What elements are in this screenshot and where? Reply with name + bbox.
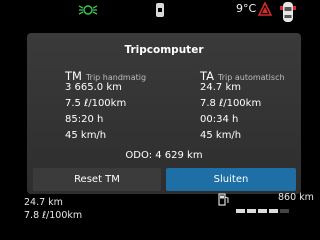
reset-tm-button[interactable]: Reset TM	[33, 168, 161, 191]
tripcomputer-dialog: Tripcomputer TM Trip handmatig 3 665.0 km…	[27, 33, 301, 194]
trip-manual-header: TM Trip handmatig	[65, 65, 146, 83]
trip-auto-time: 00:34 h	[200, 114, 239, 125]
trip-manual-consumption: 7.5 ℓ/100km	[65, 98, 127, 109]
close-button[interactable]: Sluiten	[166, 168, 296, 191]
fuel-pump-icon	[218, 193, 229, 206]
car-top-icon	[280, 2, 296, 22]
fuel-gauge-segment	[247, 209, 256, 213]
fuel-gauge-segment	[269, 209, 278, 213]
dialog-title: Tripcomputer	[124, 44, 204, 56]
trip-manual-speed: 45 km/h	[65, 130, 107, 141]
fuel-gauge-segment	[280, 209, 289, 213]
trip-manual-column: TM Trip handmatig 3 665.0 km 7.5 ℓ/100km …	[65, 65, 146, 144]
status-bar: 9°C	[0, 0, 320, 26]
trip-manual-time: 85:20 h	[65, 114, 104, 125]
cluster-distance: 24.7 km	[24, 197, 63, 208]
odometer-text: ODO: 4 629 km	[125, 150, 203, 161]
fuel-range: 860 km	[278, 192, 314, 203]
trip-auto-column: TA Trip automatisch 24.7 km 7.8 ℓ/100km 0…	[200, 65, 285, 144]
trip-auto-header: TA Trip automatisch	[200, 65, 285, 83]
cluster-consumption: 7.8 ℓ/100km	[24, 210, 83, 221]
fuel-gauge-segment	[258, 209, 267, 213]
odometer-readout: ODO: 4 629 km	[27, 150, 301, 161]
trip-auto-distance: 24.7 km	[200, 82, 241, 93]
fuel-gauge-segment	[236, 209, 245, 213]
trip-auto-speed: 45 km/h	[200, 130, 242, 141]
outside-temperature: 9°C	[236, 2, 257, 15]
trip-manual-distance: 3 665.0 km	[65, 82, 122, 93]
cluster-trip-readout: 24.7 km 7.8 ℓ/100km	[24, 196, 82, 222]
trip-auto-consumption: 7.8 ℓ/100km	[200, 98, 262, 109]
seatbelt-icon	[156, 3, 164, 17]
headlights-icon	[78, 5, 98, 15]
warning-triangle-icon	[258, 2, 272, 16]
